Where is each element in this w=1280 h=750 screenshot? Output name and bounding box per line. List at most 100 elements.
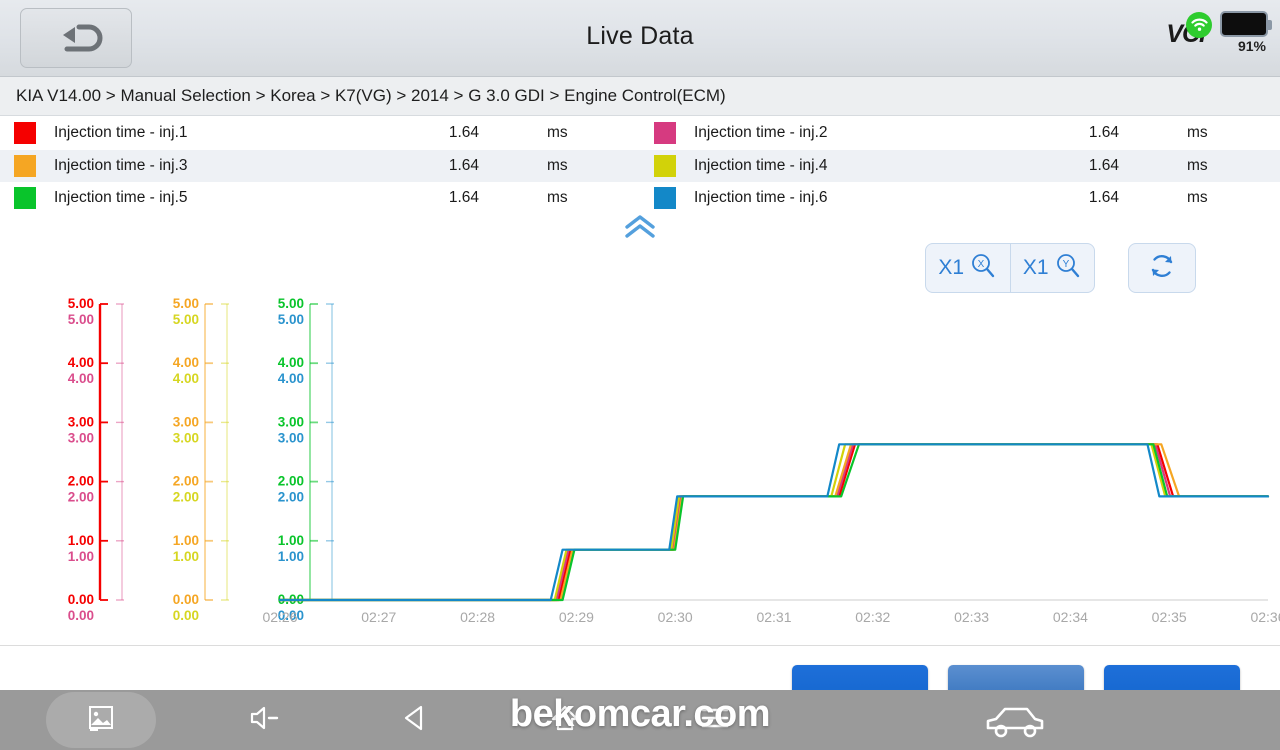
svg-text:2.00: 2.00 [68, 474, 94, 489]
refresh-icon [1148, 252, 1176, 285]
chart-divider [0, 645, 1280, 646]
pid-unit: ms [1187, 189, 1208, 207]
chart-canvas[interactable]: 5.005.004.004.003.003.002.002.001.001.00… [0, 290, 1280, 640]
pid-cell[interactable]: Injection time - inj.2 1.64 ms [640, 117, 1280, 150]
svg-text:2.00: 2.00 [68, 490, 94, 505]
svg-text:02:30: 02:30 [658, 609, 693, 625]
svg-text:4.00: 4.00 [278, 371, 304, 386]
pid-label: Injection time - inj.4 [694, 157, 1024, 175]
pid-cell[interactable]: Injection time - inj.6 1.64 ms [640, 182, 1280, 215]
android-nav-bar [0, 690, 1280, 750]
svg-text:1.00: 1.00 [68, 533, 94, 548]
svg-text:3.00: 3.00 [68, 430, 94, 445]
battery-icon [1220, 11, 1268, 37]
svg-text:02:31: 02:31 [756, 609, 791, 625]
svg-text:4.00: 4.00 [173, 355, 199, 370]
svg-text:02:29: 02:29 [559, 609, 594, 625]
nav-volume-down-button[interactable] [210, 690, 320, 750]
pid-value: 1.64 [1024, 124, 1119, 142]
magnifier-x-icon: X [969, 252, 997, 285]
pid-cell[interactable]: Injection time - inj.1 1.64 ms [0, 117, 640, 150]
series-color-swatch [654, 122, 676, 144]
svg-text:4.00: 4.00 [278, 355, 304, 370]
svg-text:2.00: 2.00 [173, 490, 199, 505]
zoom-y-button[interactable]: X1 Y [1010, 244, 1095, 292]
svg-text:1.00: 1.00 [173, 533, 199, 548]
svg-text:3.00: 3.00 [68, 414, 94, 429]
pid-cell[interactable]: Injection time - inj.4 1.64 ms [640, 150, 1280, 183]
svg-text:02:33: 02:33 [954, 609, 989, 625]
series-color-swatch [14, 187, 36, 209]
wifi-icon [1186, 12, 1212, 38]
collapse-list-button[interactable] [621, 215, 659, 243]
screenshot-icon [86, 703, 116, 738]
pid-unit: ms [1187, 124, 1208, 142]
nav-back-button[interactable] [360, 690, 470, 750]
table-row[interactable]: Injection time - inj.3 1.64 ms Injection… [0, 150, 1280, 183]
svg-text:3.00: 3.00 [278, 430, 304, 445]
svg-text:02:35: 02:35 [1152, 609, 1187, 625]
svg-text:3.00: 3.00 [173, 430, 199, 445]
svg-text:5.00: 5.00 [173, 312, 199, 327]
svg-text:02:34: 02:34 [1053, 609, 1088, 625]
svg-text:4.00: 4.00 [68, 355, 94, 370]
svg-text:1.00: 1.00 [278, 549, 304, 564]
svg-text:5.00: 5.00 [173, 296, 199, 311]
series-color-swatch [654, 187, 676, 209]
svg-text:5.00: 5.00 [68, 312, 94, 327]
refresh-button[interactable] [1128, 243, 1196, 293]
nav-home-button[interactable] [510, 690, 620, 750]
home-icon [550, 703, 580, 738]
pid-label: Injection time - inj.1 [54, 124, 384, 142]
pid-value: 1.64 [384, 124, 479, 142]
pid-cell[interactable]: Injection time - inj.5 1.64 ms [0, 182, 640, 215]
volume-down-icon [248, 704, 282, 737]
nav-menu-button[interactable] [660, 690, 770, 750]
pid-unit: ms [547, 157, 568, 175]
svg-text:5.00: 5.00 [68, 296, 94, 311]
pid-cell[interactable]: Injection time - inj.3 1.64 ms [0, 150, 640, 183]
back-triangle-icon [400, 703, 430, 738]
svg-text:Y: Y [1062, 259, 1069, 270]
zoom-control-group: X1 X X1 Y [925, 243, 1095, 293]
pid-label: Injection time - inj.3 [54, 157, 384, 175]
pid-unit: ms [547, 124, 568, 142]
svg-text:4.00: 4.00 [173, 371, 199, 386]
pid-list: Injection time - inj.1 1.64 ms Injection… [0, 117, 1280, 215]
svg-text:2.00: 2.00 [173, 474, 199, 489]
series-color-swatch [14, 155, 36, 177]
pid-unit: ms [547, 189, 568, 207]
table-row[interactable]: Injection time - inj.1 1.64 ms Injection… [0, 117, 1280, 150]
live-data-chart[interactable]: 5.005.004.004.003.003.002.002.001.001.00… [0, 290, 1280, 640]
breadcrumb: KIA V14.00 > Manual Selection > Korea > … [0, 77, 1280, 116]
pid-value: 1.64 [384, 189, 479, 207]
series-color-swatch [654, 155, 676, 177]
zoom-x-label: X1 [938, 256, 964, 280]
page-title: Live Data [0, 22, 1280, 51]
svg-text:0.00: 0.00 [68, 592, 94, 607]
svg-text:1.00: 1.00 [173, 549, 199, 564]
table-row[interactable]: Injection time - inj.5 1.64 ms Injection… [0, 182, 1280, 215]
svg-text:3.00: 3.00 [278, 414, 304, 429]
svg-text:02:32: 02:32 [855, 609, 890, 625]
pid-value: 1.64 [384, 157, 479, 175]
svg-text:0.00: 0.00 [68, 608, 94, 623]
pid-value: 1.64 [1024, 157, 1119, 175]
svg-text:2.00: 2.00 [278, 474, 304, 489]
menu-icon [700, 705, 730, 736]
nav-screenshot-button[interactable] [46, 690, 156, 750]
svg-text:02:26: 02:26 [262, 609, 297, 625]
svg-text:5.00: 5.00 [278, 312, 304, 327]
svg-text:0.00: 0.00 [173, 592, 199, 607]
svg-text:02:36: 02:36 [1250, 609, 1280, 625]
svg-text:X: X [978, 259, 985, 270]
zoom-x-button[interactable]: X1 X [926, 244, 1010, 292]
pid-label: Injection time - inj.2 [694, 124, 1024, 142]
svg-text:3.00: 3.00 [173, 414, 199, 429]
svg-text:5.00: 5.00 [278, 296, 304, 311]
magnifier-y-icon: Y [1054, 252, 1082, 285]
pid-unit: ms [1187, 157, 1208, 175]
pid-label: Injection time - inj.6 [694, 189, 1024, 207]
svg-text:02:27: 02:27 [361, 609, 396, 625]
double-chevron-up-icon [623, 215, 657, 244]
